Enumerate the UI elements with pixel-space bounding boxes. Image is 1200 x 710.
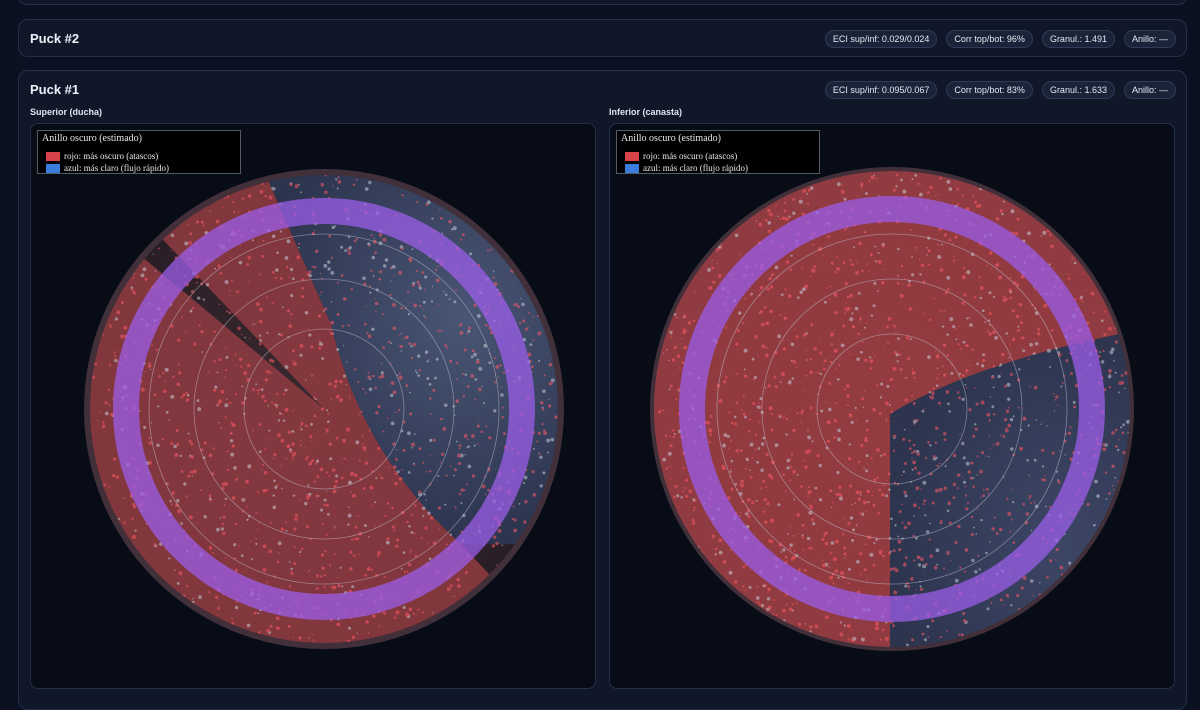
puck-2-title: Puck #2 (30, 31, 80, 46)
eci-badge: ECI sup/inf: 0.095/0.067 (824, 81, 938, 99)
puck-2-card[interactable]: Puck #2 ECI sup/inf: 0.029/0.024 Corr to… (18, 19, 1187, 57)
puck-top-image (84, 169, 564, 649)
panel-label-top: Superior (ducha) (30, 107, 103, 117)
eci-badge: ECI sup/inf: 0.029/0.024 (824, 30, 938, 48)
legend-bottom: Anillo oscuro (estimado) rojo: más oscur… (616, 130, 820, 174)
previous-puck-card (18, 0, 1187, 5)
legend-item-red: rojo: más oscuro (atascos) (625, 151, 737, 161)
puck-1-title: Puck #1 (30, 82, 80, 97)
red-swatch (625, 151, 639, 161)
puck-1-card[interactable]: Puck #1 ECI sup/inf: 0.095/0.067 Corr to… (18, 70, 1187, 710)
puck-1-badges: ECI sup/inf: 0.095/0.067 Corr top/bot: 8… (824, 81, 1176, 99)
anillo-badge: Anillo: — (1123, 30, 1176, 48)
puck-top-image-panel: Anillo oscuro (estimado) rojo: más oscur… (30, 123, 596, 689)
legend-item-blue: azul: más claro (flujo rápido) (46, 163, 169, 173)
anillo-badge: Anillo: — (1123, 81, 1176, 99)
granul-badge: Granul.: 1.633 (1041, 81, 1115, 99)
legend-title: Anillo oscuro (estimado) (621, 133, 721, 144)
legend-item-red: rojo: más oscuro (atascos) (46, 151, 158, 161)
puck-bottom-image-panel: Anillo oscuro (estimado) rojo: más oscur… (609, 123, 1175, 689)
blue-swatch (625, 163, 639, 173)
legend-title: Anillo oscuro (estimado) (42, 133, 142, 144)
blue-swatch (46, 163, 60, 173)
granul-badge: Granul.: 1.491 (1041, 30, 1115, 48)
legend-top: Anillo oscuro (estimado) rojo: más oscur… (37, 130, 241, 174)
puck-2-badges: ECI sup/inf: 0.029/0.024 Corr top/bot: 9… (824, 30, 1176, 48)
puck-bottom-image (650, 167, 1134, 651)
corr-badge: Corr top/bot: 96% (946, 30, 1033, 48)
red-swatch (46, 151, 60, 161)
corr-badge: Corr top/bot: 83% (946, 81, 1033, 99)
panel-label-bottom: Inferior (canasta) (609, 107, 683, 117)
legend-item-blue: azul: más claro (flujo rápido) (625, 163, 748, 173)
